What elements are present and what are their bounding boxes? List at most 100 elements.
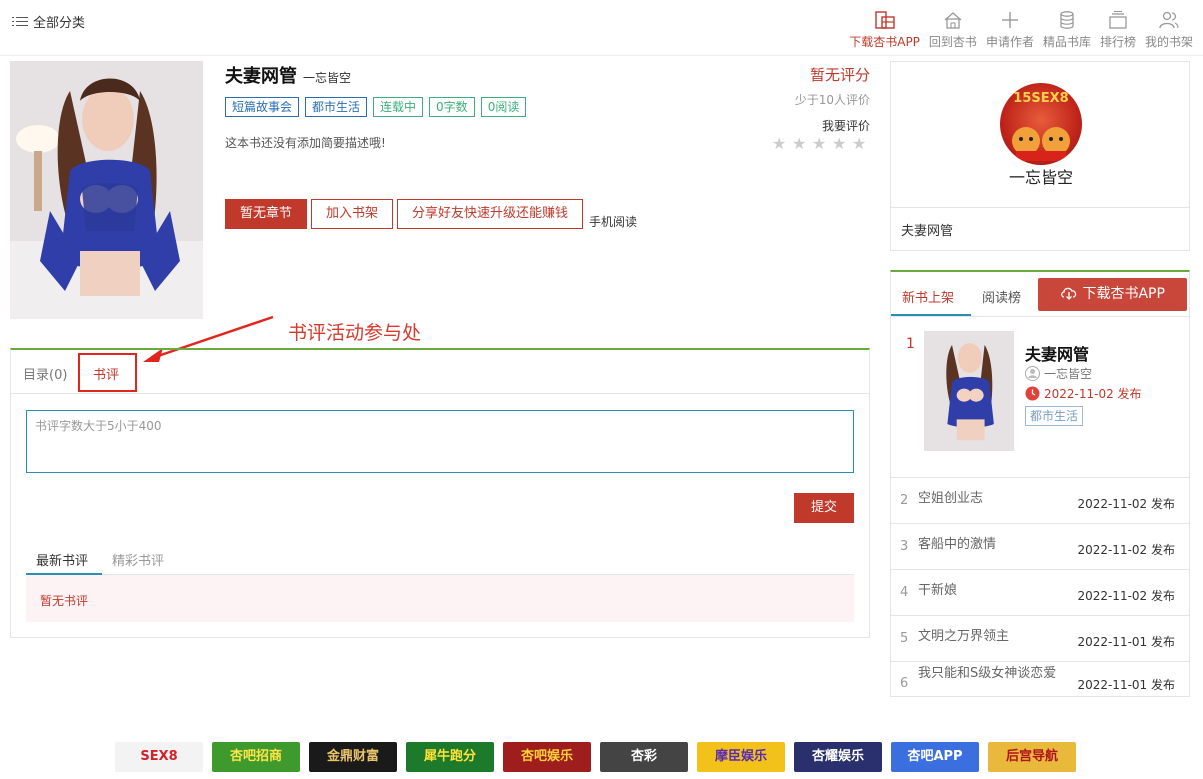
ad-banner[interactable]: 摩臣娱乐 [697, 742, 785, 772]
list-title[interactable]: 干新娘 [918, 584, 1068, 598]
list-date: 2022-11-02 发布 [1077, 543, 1175, 557]
book-description: 这本书还没有添加简要描述哦! [225, 136, 386, 150]
user-icon [1025, 366, 1040, 381]
ad-banner[interactable]: SEX8 [115, 742, 203, 772]
star-icon[interactable]: ★ [772, 136, 790, 152]
list-date: 2022-11-01 发布 [1077, 678, 1175, 692]
score-count: 少于10人评价 [794, 93, 870, 107]
nav-label: 我的书架 [1144, 35, 1193, 49]
tiger-mascot-icon [1012, 127, 1070, 161]
share-button[interactable]: 分享好友快速升级还能赚钱 [397, 199, 584, 229]
download-app-label: 下载杏书APP [1082, 286, 1165, 302]
author-card: 15SEX8 一忘皆空 夫妻网管 [890, 61, 1190, 251]
nav-library[interactable]: 精品书库 [1043, 10, 1091, 50]
book-title: 夫妻网管 [225, 66, 297, 87]
author-avatar[interactable]: 15SEX8 [1000, 83, 1082, 165]
ad-label: 摩臣娱乐 [714, 749, 767, 764]
author-book-link[interactable]: 夫妻网管 [901, 220, 953, 239]
book-actions: 暂无章节 加入书架 分享好友快速升级还能赚钱 手机阅读 [225, 199, 637, 229]
cover-illustration [10, 61, 203, 319]
star-icon[interactable]: ★ [852, 136, 870, 152]
tag-word-count: 0字数 [429, 97, 475, 117]
list-item[interactable]: 6 我只能和S级女神谈恋爱 2022-11-01 发布 [891, 661, 1189, 697]
author-name[interactable]: 一忘皆空 [891, 164, 1191, 188]
list-title[interactable]: 我只能和S级女神谈恋爱 [918, 667, 1058, 681]
nav-my-shelf[interactable]: 我的书架 [1145, 10, 1193, 50]
start-reading-button[interactable]: 暂无章节 [225, 199, 308, 229]
ad-label: 金鼎财富 [326, 749, 379, 764]
add-to-shelf-button[interactable]: 加入书架 [311, 199, 394, 229]
ad-bar: SEX8 杏吧招商 金鼎财富 犀牛跑分 杏吧娱乐 杏彩 摩臣娱乐 杏耀娱乐 杏吧… [115, 742, 1076, 772]
ad-banner[interactable]: 杏耀娱乐 [794, 742, 882, 772]
list-title[interactable]: 空姐创业志 [918, 492, 1068, 506]
divider [891, 207, 1189, 208]
book-tags: 短篇故事会 都市生活 连载中 0字数 0阅读 [225, 97, 527, 117]
list-rank: 2 [900, 493, 909, 508]
empty-reviews-message: 暂无书评 [26, 575, 854, 622]
tab-underline [891, 314, 971, 316]
ad-label: 杏耀娱乐 [811, 749, 864, 764]
list-title[interactable]: 客船中的激情 [918, 538, 1068, 552]
tab-featured-reviews[interactable]: 精彩书评 [112, 550, 164, 569]
home-icon [944, 12, 962, 29]
ad-banner[interactable]: 杏吧招商 [212, 742, 300, 772]
ranking-icon [1109, 10, 1127, 29]
ad-banner[interactable]: 杏吧娱乐 [503, 742, 591, 772]
star-icon[interactable]: ★ [832, 136, 850, 152]
ad-label: 杏吧APP [907, 749, 963, 764]
ad-banner[interactable]: 后宫导航 [988, 742, 1076, 772]
featured-date: 2022-11-02 发布 [1025, 385, 1142, 402]
featured-tag[interactable]: 都市生活 [1025, 406, 1084, 426]
star-icon[interactable]: ★ [812, 136, 830, 152]
list-date: 2022-11-01 发布 [1077, 635, 1175, 649]
review-input[interactable]: 书评字数大于5小于400 [26, 410, 854, 473]
tag-category[interactable]: 都市生活 [305, 97, 368, 117]
database-icon [1060, 11, 1074, 29]
tab-read-ranking[interactable]: 阅读榜 [982, 287, 1021, 306]
nav-download-app[interactable]: 下载杏书APP [849, 10, 920, 50]
all-categories-button[interactable]: 全部分类 [12, 12, 85, 31]
tab-new-books[interactable]: 新书上架 [902, 287, 954, 306]
nav-apply-author[interactable]: 申请作者 [986, 10, 1034, 50]
list-item[interactable]: 3 客船中的激情 2022-11-02 发布 [891, 523, 1189, 569]
rating-stars: ★ ★ ★ ★ ★ [772, 136, 870, 152]
list-item[interactable]: 5 文明之万界领主 2022-11-01 发布 [891, 615, 1189, 661]
ad-label: 杏吧娱乐 [520, 749, 573, 764]
ad-label: 犀牛跑分 [423, 749, 476, 764]
featured-rank: 1 [906, 336, 915, 352]
list-item[interactable]: 2 空姐创业志 2022-11-02 发布 [891, 477, 1189, 523]
tag-genre[interactable]: 短篇故事会 [225, 97, 300, 117]
featured-author: 一忘皆空 [1025, 365, 1092, 382]
rate-label: 我要评价 [821, 119, 870, 133]
list-rank: 5 [900, 631, 909, 646]
top-nav: 下载杏书APP 回到杏书 申请作者 精品书库 排行榜 我的书架 [849, 10, 1193, 50]
nav-ranking[interactable]: 排行榜 [1100, 10, 1136, 50]
featured-book-cover[interactable] [924, 331, 1014, 451]
ad-banner[interactable]: 杏彩 [600, 742, 688, 772]
nav-label: 下载杏书APP [849, 35, 920, 49]
submit-button[interactable]: 提交 [794, 493, 854, 523]
clock-icon [1025, 386, 1040, 401]
ad-banner[interactable]: 杏吧APP [891, 742, 979, 772]
list-title[interactable]: 文明之万界领主 [918, 630, 1068, 644]
list-rank: 3 [900, 539, 909, 554]
list-item[interactable]: 4 干新娘 2022-11-02 发布 [891, 569, 1189, 615]
book-title-block: 夫妻网管 一忘皆空 [225, 62, 351, 88]
ad-banner[interactable]: 金鼎财富 [309, 742, 397, 772]
star-icon[interactable]: ★ [792, 136, 810, 152]
book-cover-image[interactable] [10, 61, 203, 319]
tag-status: 连载中 [373, 97, 424, 117]
tab-catalog[interactable]: 目录(0) [23, 364, 67, 383]
mobile-read-link[interactable]: 手机阅读 [589, 215, 637, 229]
featured-cover-illustration [924, 331, 1014, 451]
featured-title[interactable]: 夫妻网管 [1025, 341, 1089, 365]
ad-banner[interactable]: 犀牛跑分 [406, 742, 494, 772]
plus-icon [1001, 12, 1018, 28]
book-author-link[interactable]: 一忘皆空 [303, 69, 351, 86]
nav-label: 排行榜 [1099, 35, 1136, 49]
list-rank: 4 [900, 585, 909, 600]
nav-home[interactable]: 回到杏书 [929, 10, 977, 50]
download-app-button[interactable]: 下载杏书APP [1038, 278, 1187, 311]
tab-latest-reviews[interactable]: 最新书评 [36, 550, 88, 569]
nav-label: 精品书库 [1042, 35, 1091, 49]
